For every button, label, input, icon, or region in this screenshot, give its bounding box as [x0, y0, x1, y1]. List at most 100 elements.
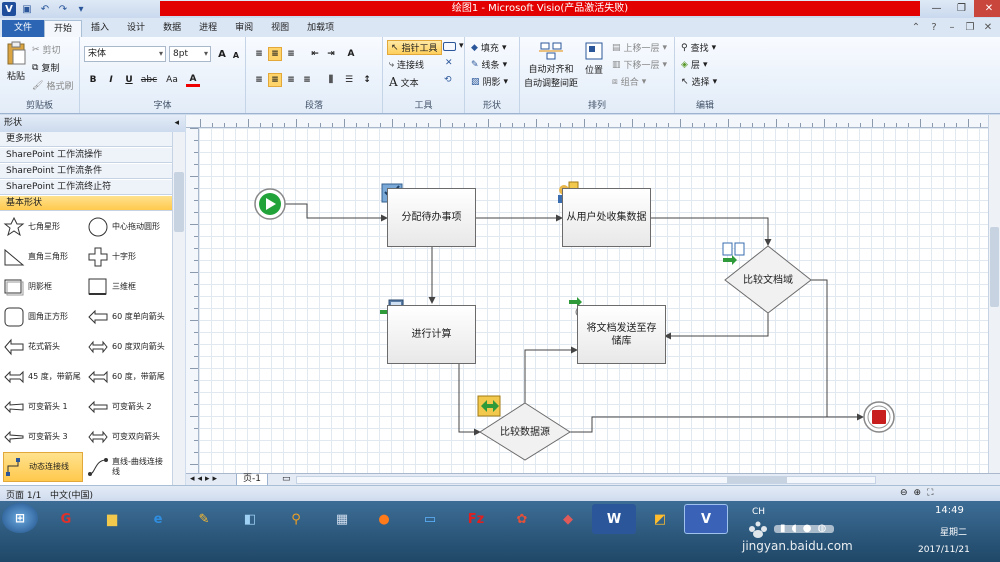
cut-button[interactable]: ✂ 剪切 [32, 43, 61, 57]
tab-7[interactable]: 视图 [262, 20, 298, 37]
collapse-pane-icon[interactable]: ◂ [174, 115, 179, 132]
copy-button[interactable]: ⧉ 复制 [32, 61, 59, 75]
taskbar-app-14[interactable]: ◩ [638, 504, 682, 534]
tray-time[interactable]: 14:49 [935, 505, 964, 516]
node-assign-task[interactable]: 分配待办事项 [387, 188, 476, 247]
increase-indent-icon[interactable]: ⇥ [324, 47, 338, 61]
stencil-item[interactable]: 基本形状 [0, 196, 172, 211]
text-tool-button[interactable]: A 文本 [389, 75, 419, 89]
line-spacing-icon[interactable]: ↕ [360, 73, 374, 87]
taskbar-ie[interactable]: e [136, 504, 180, 534]
input-language[interactable]: CH [752, 507, 765, 517]
tab-4[interactable]: 数据 [154, 20, 190, 37]
font-name-combo[interactable]: 宋体 [84, 46, 166, 62]
end-terminator[interactable] [863, 401, 895, 433]
shape-item[interactable]: 三维框 [87, 272, 167, 302]
shape-item[interactable]: 中心拖动圆形 [87, 212, 167, 242]
distribute-icon[interactable]: ⫼ [324, 73, 338, 87]
help-icon[interactable]: ? [928, 21, 940, 33]
shape-item[interactable]: 七角星形 [3, 212, 83, 242]
taskbar-app-11[interactable]: ✿ [500, 504, 544, 534]
taskbar-app-9[interactable]: ▭ [408, 504, 452, 534]
stencil-item[interactable]: SharePoint 工作流条件 [0, 164, 172, 179]
canvas-vertical-scrollbar[interactable] [988, 115, 1000, 473]
insert-page-icon[interactable]: ▭ [282, 474, 291, 484]
rectangle-tool-icon[interactable]: ▾ [443, 41, 464, 51]
bullets-icon[interactable]: ☰ [342, 73, 356, 87]
taskbar-firefox[interactable]: ● [362, 504, 406, 534]
shape-item[interactable]: 花式箭头 [3, 332, 83, 362]
shape-item[interactable]: 可变箭头 1 [3, 392, 83, 422]
tab-6[interactable]: 审阅 [226, 20, 262, 37]
pointer-tool-button[interactable]: ↖ 指针工具 [387, 40, 442, 55]
zoom-in-icon[interactable]: ⊕ [914, 488, 922, 498]
taskbar-visio[interactable]: V [684, 504, 728, 534]
connection-point-icon[interactable]: ✕ [445, 58, 453, 68]
align-left-icon[interactable]: ≡ [252, 73, 266, 87]
case-button[interactable]: Aa [164, 73, 180, 87]
taskbar-search[interactable]: ⚲ [274, 504, 318, 534]
customize-qat-icon[interactable]: ▾ [74, 2, 88, 16]
shape-item[interactable]: 60 度，带箭尾 [87, 362, 167, 392]
stencil-item[interactable]: SharePoint 工作流操作 [0, 148, 172, 163]
text-direction-icon[interactable]: A [344, 47, 358, 61]
taskbar-app-12[interactable]: ◆ [546, 504, 590, 534]
shapes-pane-scrollbar[interactable] [172, 132, 185, 485]
diamond-compare-src-label[interactable]: 比较数据源 [490, 422, 560, 442]
font-size-combo[interactable]: 8pt [169, 46, 211, 62]
minimize-ribbon-icon[interactable]: ⌃ [910, 21, 922, 33]
node-send-document[interactable]: 将文档发送至存储库 [577, 305, 666, 364]
zoom-out-icon[interactable]: ⊖ [900, 488, 908, 498]
group-button[interactable]: ⧈ 组合 ▾ [612, 75, 646, 89]
font-color-button[interactable]: A [186, 73, 200, 87]
italic-button[interactable]: I [104, 73, 118, 87]
shape-item[interactable]: 60 度单向箭头 [87, 302, 167, 332]
strike-button[interactable]: abc [140, 73, 158, 87]
fit-page-icon[interactable]: ⛶ [927, 488, 933, 498]
layers-button[interactable]: ◈ 层 ▾ [681, 58, 707, 72]
fill-button[interactable]: ◆ 填充 ▾ [471, 41, 506, 55]
shadow-button[interactable]: ▨ 阴影 ▾ [471, 75, 508, 89]
taskbar-app-1[interactable]: G [44, 504, 88, 534]
align-bottom-icon[interactable]: ≡ [284, 47, 298, 61]
tab-8[interactable]: 加载项 [298, 20, 343, 37]
redo-icon[interactable]: ↷ [56, 2, 70, 16]
page-nav-arrows[interactable]: ◂◂▸▸ [190, 474, 220, 484]
status-language[interactable]: 中文(中国) [50, 488, 93, 501]
taskbar-filezilla[interactable]: Fz [454, 504, 498, 534]
shape-item[interactable]: 阴影框 [3, 272, 83, 302]
start-terminator[interactable] [254, 188, 286, 220]
shape-item[interactable]: 直线-曲线连接线 [87, 452, 167, 482]
canvas-horizontal-scrollbar[interactable] [296, 476, 876, 484]
node-collect-data[interactable]: 从用户处收集数据 [562, 188, 651, 247]
format-painter-button[interactable]: 🖌 格式刷 [32, 79, 73, 93]
node-calculate[interactable]: 进行计算 [387, 305, 476, 364]
undo-icon[interactable]: ↶ [38, 2, 52, 16]
paste-button[interactable]: 粘贴 [4, 41, 28, 82]
find-button[interactable]: ⚲ 查找 ▾ [681, 41, 716, 55]
align-right-icon[interactable]: ≡ [284, 73, 298, 87]
stencil-item[interactable]: SharePoint 工作流终止符 [0, 180, 172, 195]
visio-app-icon[interactable]: V [2, 2, 16, 16]
align-top-icon[interactable]: ≡ [252, 47, 266, 61]
line-button[interactable]: ✎ 线条 ▾ [471, 58, 507, 72]
bring-forward-button[interactable]: ▤ 上移一层 ▾ [612, 41, 667, 55]
minimize-icon[interactable]: — [924, 0, 949, 17]
position-button[interactable]: 位置 [584, 41, 604, 76]
shape-item[interactable]: 可变双向箭头 [87, 422, 167, 452]
start-button[interactable]: ⊞ [2, 503, 38, 533]
doc-restore-icon[interactable]: ❐ [964, 21, 976, 33]
diamond-compare-doc-label[interactable]: 比较文档域 [735, 270, 801, 290]
underline-button[interactable]: U [122, 73, 136, 87]
decrease-indent-icon[interactable]: ⇤ [308, 47, 322, 61]
bold-button[interactable]: B [86, 73, 100, 87]
shape-item[interactable]: 45 度，带箭尾 [3, 362, 83, 392]
select-button[interactable]: ↖ 选择 ▾ [681, 75, 717, 89]
shape-item[interactable]: 十字形 [87, 242, 167, 272]
shape-item[interactable]: 直角三角形 [3, 242, 83, 272]
stencil-item[interactable]: 更多形状 [0, 132, 172, 147]
shape-item[interactable]: 可变箭头 3 [3, 422, 83, 452]
taskbar-app-5[interactable]: ◧ [228, 504, 272, 534]
send-backward-button[interactable]: ▥ 下移一层 ▾ [612, 58, 667, 72]
tab-1[interactable]: 开始 [44, 20, 83, 37]
